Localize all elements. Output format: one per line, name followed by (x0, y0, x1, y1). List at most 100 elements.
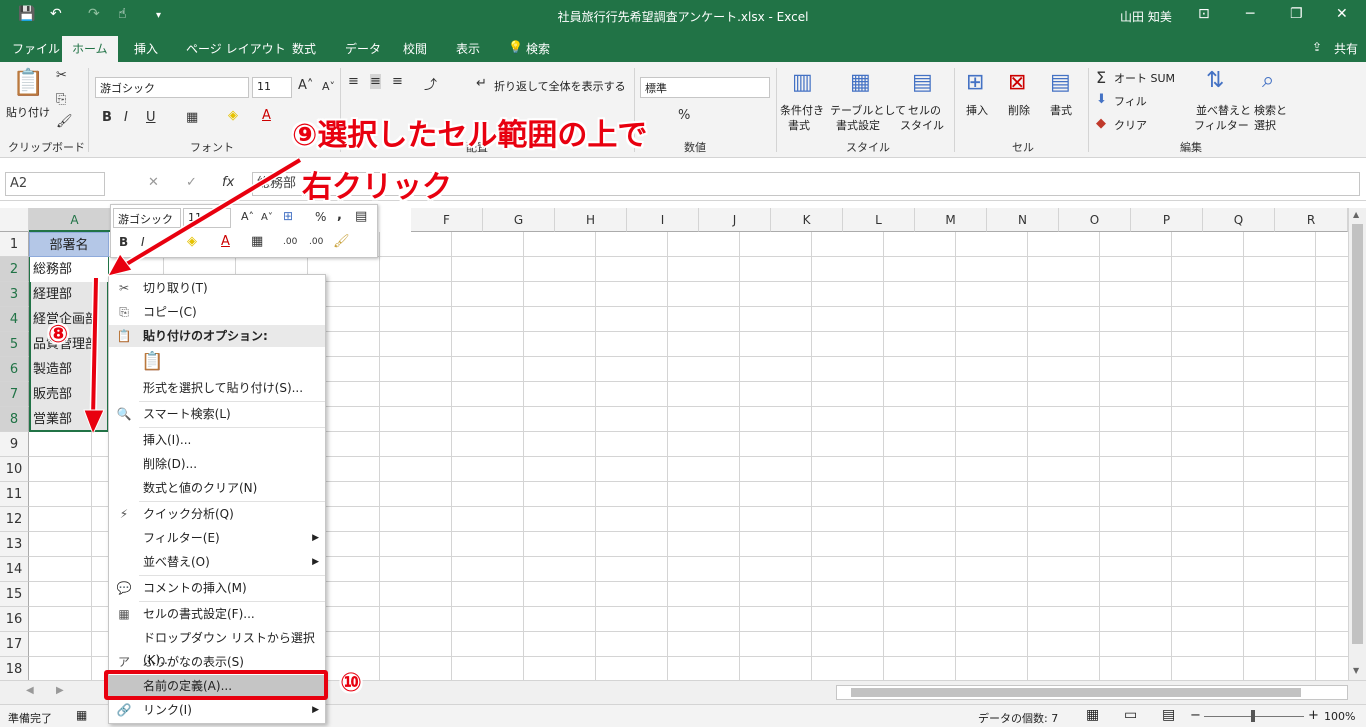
increase-font-icon[interactable]: A˄ (298, 78, 313, 93)
find-select-label-1[interactable]: 検索と (1254, 104, 1287, 118)
row-header-12[interactable]: 12 (0, 507, 29, 532)
italic-icon[interactable]: I (124, 110, 128, 125)
horizontal-scrollbar[interactable] (836, 685, 1348, 700)
mini-format-painter-icon[interactable]: 🖌 (333, 234, 350, 249)
align-bottom-icon[interactable]: ≡ (392, 74, 403, 89)
row-header-6[interactable]: 6 (0, 357, 29, 382)
font-name-box[interactable]: 游ゴシック (95, 77, 249, 98)
mini-font-box[interactable]: 游ゴシック (113, 208, 181, 228)
page-break-view-icon[interactable]: ▤ (1162, 707, 1175, 723)
select-all-corner[interactable] (0, 208, 29, 232)
cell-a2[interactable]: 総務部 (30, 257, 108, 282)
decrease-font-icon[interactable]: A˅ (322, 80, 335, 93)
mini-font-color-icon[interactable]: A (221, 234, 230, 249)
share-button[interactable]: 共有 (1334, 40, 1358, 57)
menu-item-insert-comment[interactable]: 💬 コメントの挿入(M) (109, 577, 325, 599)
autosum-icon[interactable]: Σ (1096, 68, 1106, 87)
find-select-icon[interactable]: ⌕ (1262, 68, 1274, 93)
row-header-11[interactable]: 11 (0, 482, 29, 507)
align-middle-icon[interactable]: ≡ (370, 74, 381, 89)
vertical-scrollbar[interactable]: ▲ ▼ (1348, 208, 1366, 680)
restore-button[interactable]: ❐ (1290, 6, 1303, 22)
percent-style-icon[interactable]: % (678, 108, 690, 123)
format-painter-icon[interactable]: 🖌 (56, 114, 73, 129)
underline-icon[interactable]: U (146, 110, 156, 125)
sort-filter-icon[interactable]: ⇅ (1206, 68, 1224, 93)
mini-fill-color-icon[interactable]: ◈ (187, 234, 197, 249)
prev-sheet-icon[interactable]: ◀ (26, 685, 34, 696)
tab-formulas[interactable]: 数式 (292, 40, 316, 57)
page-layout-view-icon[interactable]: ▭ (1124, 707, 1137, 723)
mini-format-cells-icon[interactable]: ▤ (355, 209, 367, 224)
format-as-table-icon[interactable]: ▦ (850, 70, 871, 95)
menu-item-link[interactable]: 🔗 リンク(I) ▶ (109, 699, 325, 721)
paste-icon[interactable]: 📋 (12, 68, 44, 98)
mini-number-format-icon[interactable]: ⊞ (283, 209, 293, 223)
bold-icon[interactable]: B (102, 110, 112, 125)
sort-filter-label-1[interactable]: 並べ替えと (1196, 104, 1251, 118)
row-header-9[interactable]: 9 (0, 432, 29, 457)
menu-item-filter[interactable]: フィルター(E) ▶ (109, 527, 325, 549)
column-header-q[interactable]: Q (1203, 208, 1275, 232)
column-header-a[interactable]: A (29, 208, 121, 232)
row-header-14[interactable]: 14 (0, 557, 29, 582)
conditional-format-label-1[interactable]: 条件付き (780, 104, 824, 118)
tab-page-layout[interactable]: ページ レイアウト (186, 40, 286, 57)
mini-decrease-font-icon[interactable]: A˅ (261, 212, 273, 223)
menu-item-cut[interactable]: ✂ 切り取り(T) (109, 277, 325, 299)
menu-item-copy[interactable]: ⎘ コピー(C) (109, 301, 325, 323)
cell-a7[interactable]: 販売部 (30, 382, 108, 407)
cell-a8[interactable]: 営業部 (30, 407, 108, 432)
column-header-k[interactable]: K (771, 208, 843, 232)
ribbon-display-icon[interactable]: ⊡ (1198, 6, 1210, 22)
tab-tell-me[interactable]: 検索 (526, 40, 550, 57)
scroll-down-icon[interactable]: ▼ (1353, 666, 1359, 675)
scroll-up-icon[interactable]: ▲ (1353, 210, 1359, 219)
insert-function-icon[interactable]: fx (222, 175, 234, 190)
row-header-13[interactable]: 13 (0, 532, 29, 557)
conditional-format-icon[interactable]: ▥ (792, 70, 813, 95)
scroll-thumb[interactable] (1352, 224, 1363, 644)
user-name[interactable]: 山田 知美 (1120, 8, 1172, 25)
mini-increase-decimal-icon[interactable]: .00 (283, 237, 297, 247)
mini-decrease-decimal-icon[interactable]: .00 (309, 237, 323, 247)
autosum-button[interactable]: オート SUM (1114, 72, 1175, 86)
close-button[interactable]: ✕ (1336, 6, 1348, 22)
menu-item-quick-analysis[interactable]: ⚡ クイック分析(Q) (109, 503, 325, 525)
fill-button[interactable]: フィル (1114, 95, 1147, 109)
row-header-10[interactable]: 10 (0, 457, 29, 482)
copy-icon[interactable]: ⎘ (56, 92, 66, 107)
zoom-out-button[interactable]: − (1190, 708, 1201, 723)
mini-comma-icon[interactable]: , (337, 208, 342, 223)
column-header-f[interactable]: F (411, 208, 483, 232)
macro-record-icon[interactable]: ▦ (76, 708, 87, 722)
row-header-2[interactable]: 2 (0, 257, 29, 282)
find-select-label-2[interactable]: 選択 (1254, 119, 1276, 133)
clear-button[interactable]: クリア (1114, 119, 1147, 133)
tab-data[interactable]: データ (345, 40, 381, 57)
row-header-17[interactable]: 17 (0, 632, 29, 657)
align-top-icon[interactable]: ≡ (348, 74, 359, 89)
name-box[interactable]: A2 (5, 172, 105, 196)
next-sheet-icon[interactable]: ▶ (56, 685, 64, 696)
cell-styles-label-1[interactable]: セルの (908, 104, 941, 118)
cell-a3[interactable]: 経理部 (30, 282, 108, 307)
fill-color-icon[interactable]: ◈ (228, 108, 238, 123)
tab-review[interactable]: 校閲 (403, 40, 427, 57)
share-icon[interactable]: ⇪ (1312, 40, 1322, 54)
column-header-o[interactable]: O (1059, 208, 1131, 232)
row-header-8[interactable]: 8 (0, 407, 29, 432)
row-header-7[interactable]: 7 (0, 382, 29, 407)
column-header-h[interactable]: H (555, 208, 627, 232)
orientation-icon[interactable]: ⤴ (424, 74, 437, 93)
menu-item-format-cells[interactable]: ▦ セルの書式設定(F)... (109, 603, 325, 625)
h-scroll-thumb[interactable] (851, 688, 1301, 697)
cell-a5[interactable]: 品質管理部 (30, 332, 108, 357)
format-as-table-label-1[interactable]: テーブルとして (830, 104, 906, 118)
column-header-i[interactable]: I (627, 208, 699, 232)
row-header-18[interactable]: 18 (0, 657, 29, 680)
menu-item-delete[interactable]: 削除(D)... (109, 453, 325, 475)
zoom-in-button[interactable]: + (1308, 708, 1319, 723)
menu-item-pick-from-list[interactable]: ドロップダウン リストから選択(K)... (109, 627, 325, 667)
cell-a1-header[interactable]: 部署名 (29, 232, 109, 257)
